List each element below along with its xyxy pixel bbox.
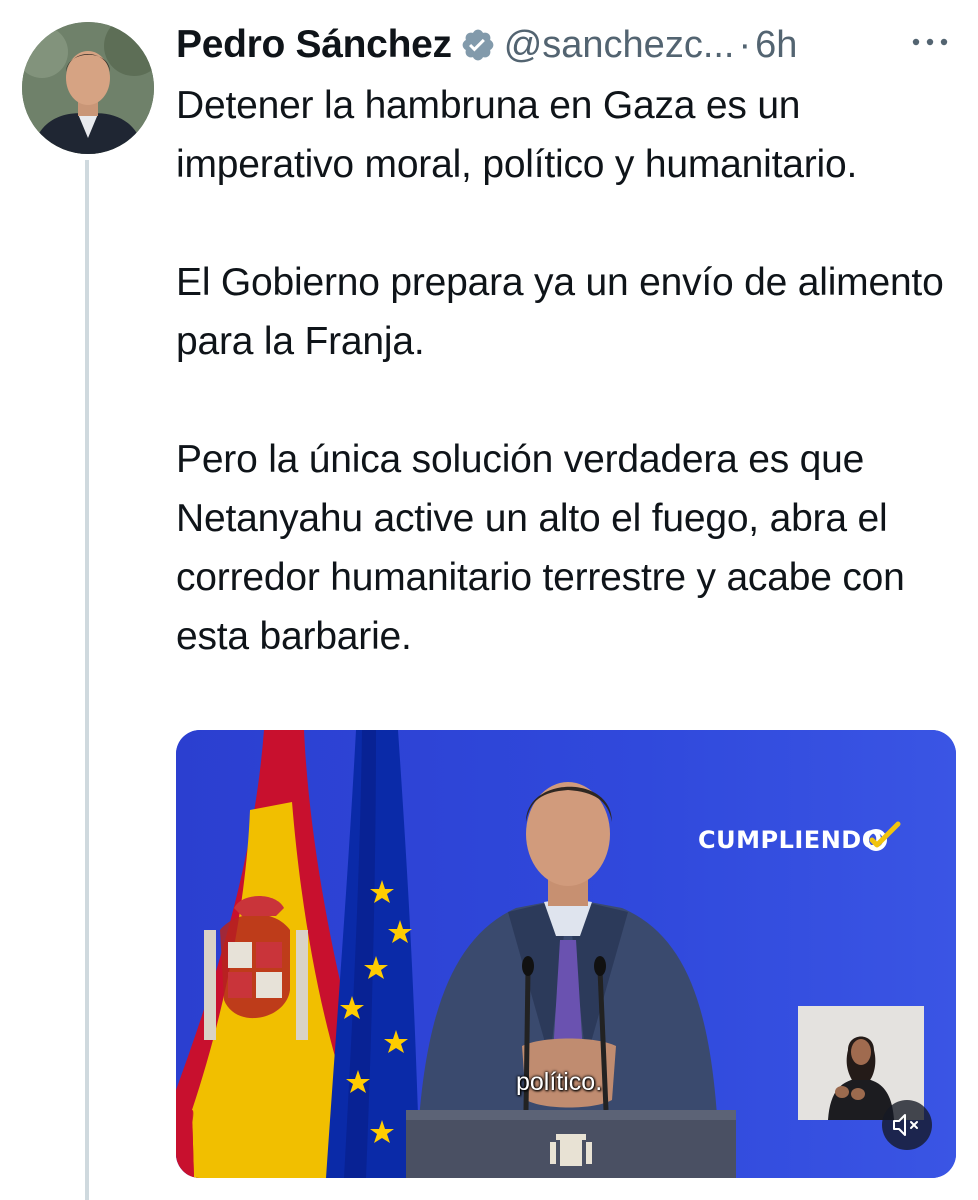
speaker-muted-icon [893,1114,918,1136]
more-options-icon[interactable] [906,32,954,52]
brand-text: CUMPLIENDO [698,826,883,854]
author-handle[interactable]: @sanchezc... [504,24,735,67]
profile-photo-icon [22,22,154,154]
verified-badge-icon[interactable] [460,27,496,63]
thread-line [85,160,89,1200]
tweet-header: Pedro Sánchez @sanchezc... · 6h [176,18,966,72]
avatar[interactable] [22,22,154,154]
video-caption: político. [516,1068,603,1096]
separator-dot: · [738,23,752,66]
tweet-text: Detener la hambruna en Gaza es un impera… [176,76,956,666]
tweet-paragraph: Detener la hambruna en Gaza es un impera… [176,84,858,186]
tweet-paragraph: Pero la única solución verdadera es que … [176,438,905,658]
checkmark-icon [862,820,902,854]
author-name[interactable]: Pedro Sánchez [176,23,452,67]
tweet-video[interactable]: CUMPLIENDO político. [176,730,956,1178]
tweet[interactable]: Pedro Sánchez @sanchezc... · 6h Detener … [0,0,978,1200]
mute-button[interactable] [882,1100,932,1150]
tweet-paragraph: El Gobierno prepara ya un envío de alime… [176,261,944,363]
tweet-time[interactable]: 6h [755,24,797,67]
podium [406,1110,736,1178]
